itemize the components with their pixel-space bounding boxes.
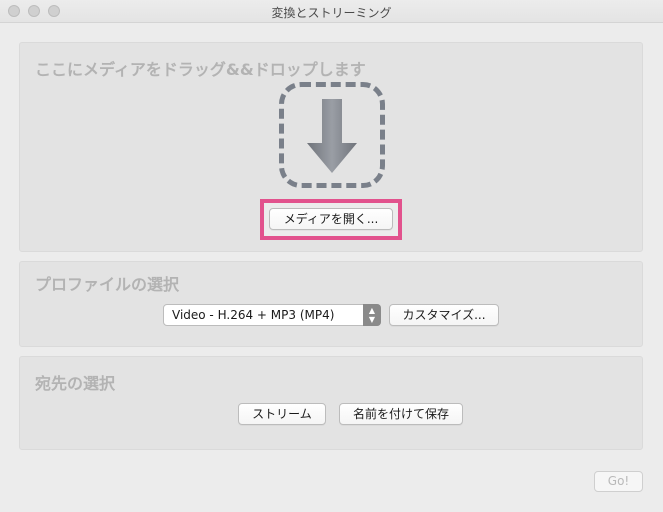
updown-chevron-icon: ▲ ▼ [363,304,381,326]
save-as-button[interactable]: 名前を付けて保存 [339,403,463,425]
profile-select-value: Video - H.264 + MP3 (MP4) [172,308,335,322]
drop-zone[interactable] [279,82,385,188]
convert-stream-window: 変換とストリーミング ここにメディアをドラッグ&&ドロップします メディアを開く… [0,0,663,512]
profile-heading: プロファイルの選択 [35,275,180,294]
destination-panel: 宛先の選択 [19,356,643,450]
window-title: 変換とストリーミング [271,6,392,20]
go-button[interactable]: Go! [594,471,643,492]
down-arrow-icon [307,99,357,173]
customize-button[interactable]: カスタマイズ... [389,304,499,326]
destination-heading: 宛先の選択 [35,374,116,393]
stream-button[interactable]: ストリーム [238,403,326,425]
title-bar: 変換とストリーミング [0,0,663,23]
open-media-button[interactable]: メディアを開く... [269,208,393,230]
drop-media-heading: ここにメディアをドラッグ&&ドロップします [35,60,366,79]
profile-select[interactable]: Video - H.264 + MP3 (MP4) ▲ ▼ [163,304,381,326]
